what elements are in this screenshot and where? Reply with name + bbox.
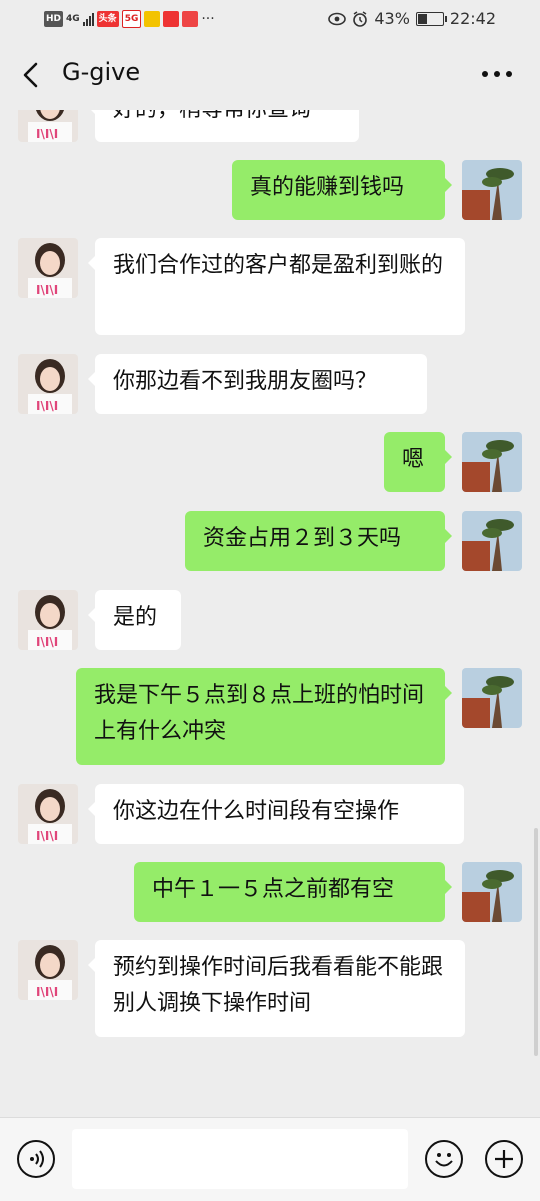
status-right: 43% 22:42 — [328, 9, 496, 28]
hd-badge: HD — [44, 11, 64, 27]
message-bubble-incoming[interactable]: 你这边在什么时间段有空操作 — [88, 784, 464, 844]
app-icon-red — [163, 11, 180, 27]
chat-header: G-give — [0, 40, 540, 110]
clock: 22:42 — [449, 9, 496, 28]
message-bubble-incoming[interactable]: 我们合作过的客户都是盈利到账的 — [88, 238, 465, 335]
message-text: 我们合作过的客户都是盈利到账的 — [113, 253, 444, 278]
message-bubble-outgoing[interactable]: 我是下午５点到８点上班的怕时间上有什么冲突 — [76, 668, 452, 765]
svg-text:I\I\I: I\I\I — [36, 399, 58, 413]
message-bubble-incoming[interactable]: 是的 — [88, 590, 181, 650]
self-avatar[interactable] — [462, 432, 522, 492]
message-bubble-incoming[interactable]: 预约到操作时间后我看看能不能跟别人调换下操作时间 — [88, 940, 465, 1037]
contact-avatar[interactable]: I\I\I — [18, 354, 78, 414]
status-left: HD 4G 头条 5G ··· — [44, 10, 215, 28]
status-bar: HD 4G 头条 5G ··· 43% 22:42 — [0, 0, 540, 40]
svg-text:I\I\I: I\I\I — [36, 635, 58, 649]
chat-title: G-give — [62, 58, 141, 86]
more-notifications-icon: ··· — [201, 11, 215, 27]
chevron-left-icon[interactable] — [18, 60, 46, 90]
svg-text:I\I\I: I\I\I — [36, 283, 58, 297]
alarm-icon — [353, 10, 368, 27]
contact-avatar[interactable]: I\I\I — [18, 590, 78, 650]
message-text: 我是下午５点到８点上班的怕时间上有什么冲突 — [94, 683, 425, 744]
message-text: 资金占用２到３天吗 — [203, 526, 402, 551]
battery-percent: 43% — [374, 9, 410, 28]
message-bubble-outgoing[interactable]: 真的能赚到钱吗 — [232, 160, 452, 220]
svg-text:I\I\I: I\I\I — [36, 985, 58, 999]
message-text: 你那边看不到我朋友圈吗？ — [113, 369, 378, 394]
app-icon-yellow — [144, 11, 161, 27]
book-app-icon — [182, 11, 199, 27]
message-bubble-incoming[interactable]: 你那边看不到我朋友圈吗？ — [88, 354, 427, 414]
toutiao-app-icon: 头条 — [96, 11, 119, 27]
input-bar — [0, 1117, 540, 1201]
network-type: 4G — [66, 13, 80, 24]
contact-avatar[interactable]: I\I\I — [18, 940, 78, 1000]
contact-avatar[interactable]: I\I\I — [18, 238, 78, 298]
self-avatar[interactable] — [462, 511, 522, 571]
5g-app-icon: 5G — [121, 10, 142, 28]
voice-icon[interactable] — [17, 1140, 55, 1178]
message-text: 是的 — [113, 605, 158, 630]
message-bubble-outgoing[interactable]: 资金占用２到３天吗 — [185, 511, 452, 571]
message-text: 预约到操作时间后我看看能不能跟别人调换下操作时间 — [113, 955, 444, 1016]
svg-text:I\I\I: I\I\I — [36, 829, 58, 843]
self-avatar[interactable] — [462, 668, 522, 728]
message-text: 你这边在什么时间段有空操作 — [113, 799, 400, 824]
svg-text:I\I\I: I\I\I — [36, 127, 58, 141]
contact-avatar[interactable]: I\I\I — [18, 784, 78, 844]
battery-icon — [415, 11, 447, 26]
message-text: 中午１一５点之前都有空 — [152, 877, 395, 902]
self-avatar[interactable] — [462, 862, 522, 922]
message-bubble-outgoing[interactable]: 嗯 — [384, 432, 452, 492]
message-input[interactable] — [72, 1129, 408, 1189]
plus-icon[interactable] — [485, 1140, 523, 1178]
emoji-icon[interactable] — [425, 1140, 463, 1178]
more-dots-icon[interactable] — [480, 64, 514, 84]
message-text: 嗯 — [402, 447, 425, 472]
message-text: 真的能赚到钱吗 — [250, 175, 405, 200]
eye-icon — [328, 12, 347, 25]
scrollbar[interactable] — [534, 828, 538, 1056]
message-bubble-outgoing[interactable]: 中午１一５点之前都有空 — [134, 862, 452, 922]
signal-icon — [82, 12, 94, 26]
self-avatar[interactable] — [462, 160, 522, 220]
